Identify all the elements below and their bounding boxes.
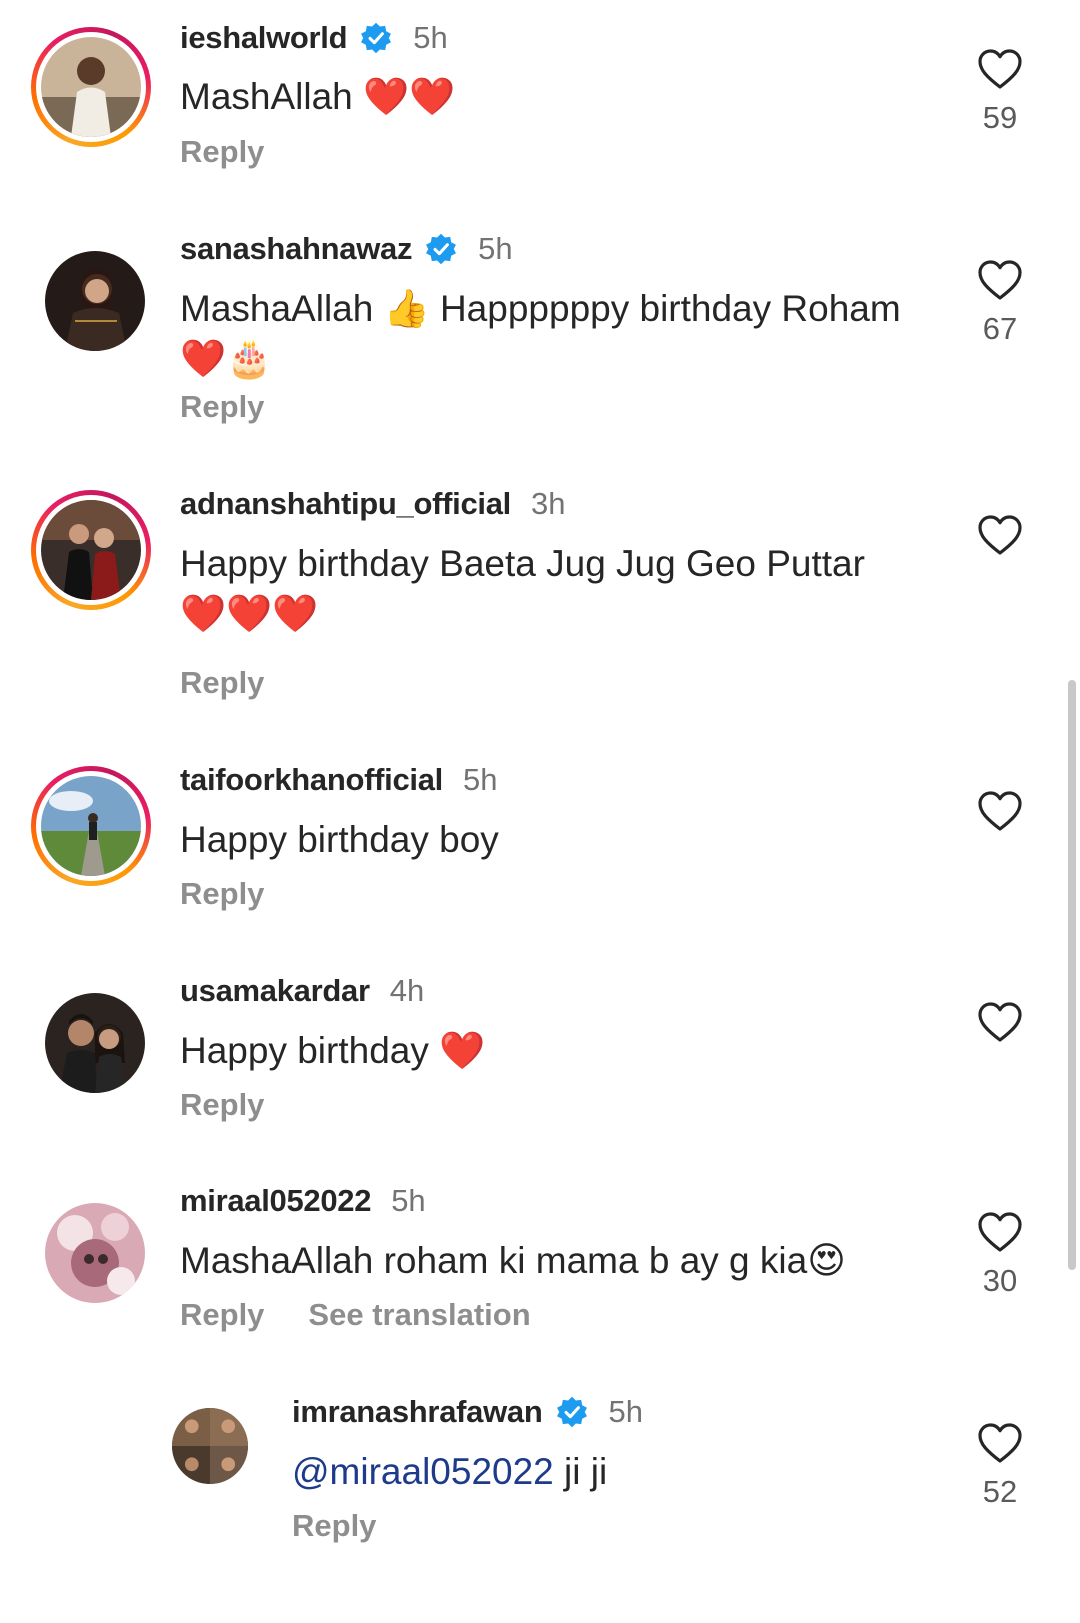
comment-text: Happy birthday boy [180, 819, 499, 860]
verified-badge-icon [555, 1395, 589, 1429]
heart-outline-icon[interactable] [977, 514, 1023, 556]
comment-username[interactable]: imranashrafawan [292, 1394, 543, 1430]
avatar [41, 776, 141, 876]
comment-text: Happy birthday Baeta Jug Jug Geo Puttar … [180, 539, 920, 639]
comment-text-line: ❤️❤️❤️ [180, 593, 319, 634]
comment-text: MashaAllah roham ki mama b ay g kia😍 [180, 1240, 846, 1281]
reply-button[interactable]: Reply [180, 665, 264, 701]
comment-timestamp: 4h [389, 973, 425, 1008]
scrollbar[interactable] [1068, 680, 1076, 1270]
comment-text-line: ❤️🎂 [180, 338, 273, 379]
avatar [41, 500, 141, 600]
comment-timestamp: 5h [391, 1183, 426, 1218]
avatar[interactable] [35, 1193, 155, 1313]
comment-username[interactable]: usamakardar [180, 973, 370, 1009]
reply-button[interactable]: Reply [180, 876, 264, 912]
reply-button[interactable]: Reply [180, 1297, 264, 1333]
avatar-image [41, 37, 141, 137]
reply-button[interactable]: Reply [292, 1508, 376, 1544]
comment-timestamp: 5h [608, 1394, 643, 1429]
like-count: 30 [982, 1263, 1018, 1298]
heart-outline-icon[interactable] [977, 1422, 1023, 1464]
comment-text-line: MashaAllah 👍 Happppppy birthday Roham [180, 288, 901, 329]
reply-button[interactable]: Reply [180, 1087, 264, 1123]
comment-text-line: Happy birthday Baeta Jug Jug Geo Puttar [180, 543, 865, 584]
comment-username[interactable]: taifoorkhanofficial [180, 762, 443, 798]
avatar[interactable] [170, 1406, 250, 1486]
comment-username[interactable]: adnanshahtipu_official [180, 486, 511, 522]
avatar-image [45, 993, 145, 1093]
avatar[interactable] [35, 241, 155, 361]
avatar-image-frame [45, 1203, 145, 1303]
heart-outline-icon[interactable] [977, 790, 1023, 832]
avatar-image-frame [45, 251, 145, 351]
verified-badge-icon [424, 232, 458, 266]
avatar[interactable] [35, 983, 155, 1103]
comment-timestamp: 5h [478, 231, 513, 266]
like-count: 52 [982, 1474, 1018, 1509]
avatar-image [41, 500, 141, 600]
comment-text: MashAllah ❤️❤️ [180, 76, 456, 117]
avatar [41, 37, 141, 137]
avatar-image-frame [45, 993, 145, 1093]
mention-link[interactable]: @miraal052022 [292, 1451, 554, 1492]
avatar-story-ring[interactable] [31, 766, 151, 886]
avatar-image-frame [172, 1408, 248, 1484]
like-count: 67 [982, 311, 1018, 346]
see-translation-button[interactable]: See translation [308, 1297, 530, 1333]
comment-text: @miraal052022 ji ji [292, 1447, 912, 1497]
avatar-image [172, 1408, 248, 1484]
reply-button[interactable]: Reply [180, 134, 264, 170]
heart-outline-icon[interactable] [977, 259, 1023, 301]
heart-outline-icon[interactable] [977, 1001, 1023, 1043]
avatar-story-ring[interactable] [31, 490, 151, 610]
reply-button[interactable]: Reply [180, 389, 264, 425]
comment-username[interactable]: ieshalworld [180, 20, 348, 56]
comment-text: Happy birthday ❤️ [180, 1030, 486, 1071]
heart-outline-icon[interactable] [977, 48, 1023, 90]
avatar-image [45, 251, 145, 351]
verified-badge-icon [359, 21, 393, 55]
comment-timestamp: 5h [413, 20, 448, 55]
avatar-image [41, 776, 141, 876]
heart-outline-icon[interactable] [977, 1211, 1023, 1253]
avatar-story-ring[interactable] [31, 27, 151, 147]
comment-timestamp: 3h [531, 486, 566, 521]
comment-text-body: ji ji [553, 1451, 608, 1492]
comment-text: MashaAllah 👍 Happppppy birthday Roham ❤️… [180, 284, 920, 384]
comment-timestamp: 5h [463, 762, 498, 797]
avatar-image [45, 1203, 145, 1303]
comment-username[interactable]: sanashahnawaz [180, 231, 412, 267]
comment-username[interactable]: miraal052022 [180, 1183, 371, 1219]
like-count: 59 [982, 100, 1018, 135]
